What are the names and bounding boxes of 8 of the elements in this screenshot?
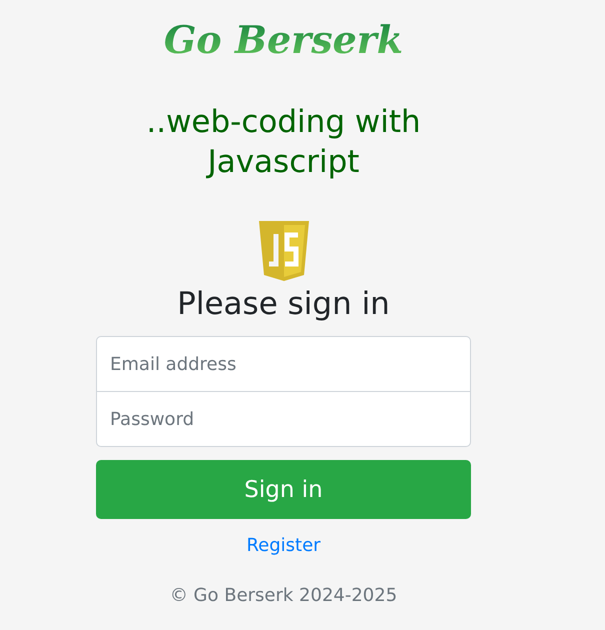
tagline: ..web-coding with Javascript [145, 103, 422, 182]
input-field[interactable]: Email address [96, 336, 471, 392]
input-field[interactable]: Password [96, 391, 471, 447]
shield-icon [258, 220, 310, 282]
copyright-text: © Go Berserk 2024-2025 [170, 584, 398, 608]
register-link[interactable]: Register [246, 533, 321, 559]
sign-in-button[interactable]: Sign in [96, 460, 471, 519]
heading: Please sign in [177, 285, 390, 324]
